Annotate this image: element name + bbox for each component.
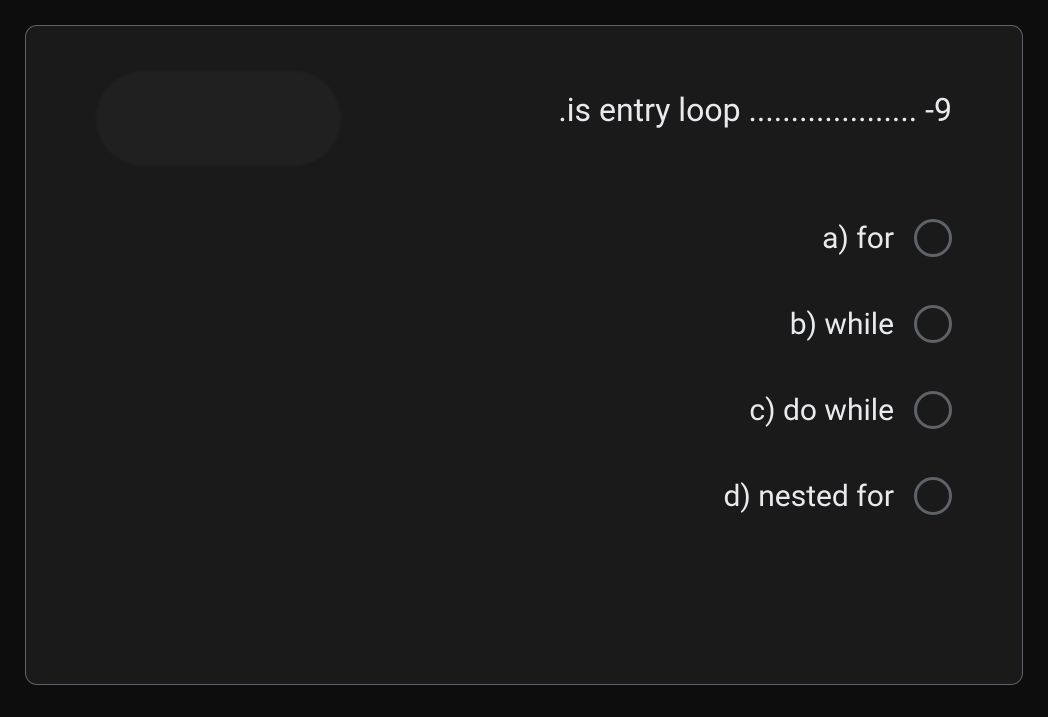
- options-container: a) for b) while c) do while d) nested fo…: [81, 184, 967, 515]
- option-label-d: d) nested for: [723, 479, 894, 514]
- question-card: .is entry loop .................... -9 a…: [25, 25, 1023, 685]
- option-row-c[interactable]: c) do while: [81, 391, 952, 429]
- option-row-d[interactable]: d) nested for: [81, 477, 952, 515]
- option-row-a[interactable]: a) for: [81, 219, 952, 257]
- option-label-c: c) do while: [749, 393, 894, 428]
- option-label-a: a) for: [822, 221, 894, 256]
- radio-a[interactable]: [914, 219, 952, 257]
- radio-c[interactable]: [914, 391, 952, 429]
- radio-d[interactable]: [914, 477, 952, 515]
- redacted-area: [96, 71, 341, 166]
- radio-b[interactable]: [914, 305, 952, 343]
- option-label-b: b) while: [790, 307, 894, 342]
- option-row-b[interactable]: b) while: [81, 305, 952, 343]
